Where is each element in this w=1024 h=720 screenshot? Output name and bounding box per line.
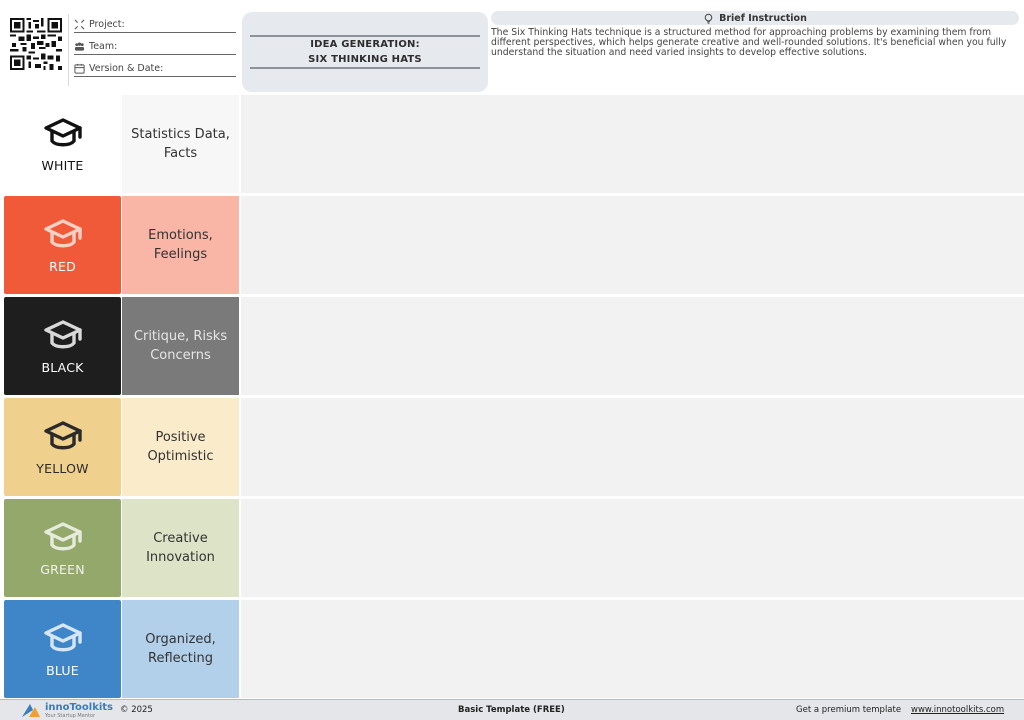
notes-area-yellow[interactable] [241,398,1024,496]
version-date-field[interactable]: Version & Date: [74,60,236,77]
project-icon [74,19,85,30]
notes-area-red[interactable] [241,196,1024,294]
notes-area-blue[interactable] [241,600,1024,698]
team-label: Team: [89,40,118,52]
hat-name: YELLOW [36,460,89,476]
graduation-cap-icon [43,520,83,554]
brand-tagline: Your Startup Mentor [45,712,96,719]
team-field[interactable]: Team: [74,38,236,55]
version-date-label: Version & Date: [89,62,164,74]
hat-description-red: Emotions, Feelings [122,196,239,294]
project-field[interactable]: Project: [74,16,236,33]
header-divider [68,14,69,86]
title-rule-top [250,35,480,37]
hat-name: BLUE [46,662,79,678]
calendar-icon [74,63,85,74]
instruction-heading: Brief Instruction [491,11,1019,25]
hat-row-green: GREEN Creative Innovation [0,498,1024,598]
title-rule-bottom [250,67,480,69]
brand-name: innoToolkits [45,701,114,713]
hat-cell-green: GREEN [4,499,121,597]
hat-name: GREEN [40,561,85,577]
instruction-heading-text: Brief Instruction [719,12,807,24]
brand-logo-icon [22,704,40,717]
hat-cell-red: RED [4,196,121,294]
graduation-cap-icon [43,116,83,150]
template-type-label: Basic Template (FREE) [458,705,565,715]
footer: innoToolkits Your Startup Mentor © 2025 … [0,699,1024,720]
hat-description-black: Critique, Risks Concerns [122,297,239,395]
hat-description-white: Statistics Data, Facts [122,95,239,193]
notes-area-white[interactable] [241,95,1024,193]
project-label: Project: [89,18,125,30]
hat-cell-white: WHITE [4,95,121,193]
lightbulb-icon [703,13,714,24]
hat-row-red: RED Emotions, Feelings [0,195,1024,295]
hat-cell-yellow: YELLOW [4,398,121,496]
hat-cell-blue: BLUE [4,600,121,698]
hat-row-white: WHITE Statistics Data, Facts [0,94,1024,194]
instruction-text: The Six Thinking Hats technique is a str… [491,27,1007,58]
qr-code-icon [10,18,62,70]
copyright: © 2025 [120,705,153,715]
brand-logo[interactable]: innoToolkits Your Startup Mentor [20,702,113,719]
notes-area-black[interactable] [241,297,1024,395]
hat-description-yellow: Positive Optimistic [122,398,239,496]
hat-row-black: BLACK Critique, Risks Concerns [0,296,1024,396]
hat-name: BLACK [41,359,84,375]
hat-description-blue: Organized, Reflecting [122,600,239,698]
website-link[interactable]: www.innotoolkits.com [911,705,1004,715]
graduation-cap-icon [43,419,83,453]
team-icon [74,41,85,52]
template-title-line1: IDEA GENERATION: [310,39,420,50]
template-title-box: IDEA GENERATION: SIX THINKING HATS [242,12,488,92]
hat-row-blue: BLUE Organized, Reflecting [0,599,1024,699]
hat-cell-black: BLACK [4,297,121,395]
template-title-line2: SIX THINKING HATS [308,54,422,65]
header: Project: Team: Version & Date: IDEA GENE… [0,0,1024,94]
premium-text: Get a premium template [796,705,902,715]
graduation-cap-icon [43,318,83,352]
hat-row-yellow: YELLOW Positive Optimistic [0,397,1024,497]
graduation-cap-icon [43,217,83,251]
hat-name: RED [49,258,76,274]
hat-description-green: Creative Innovation [122,499,239,597]
notes-area-green[interactable] [241,499,1024,597]
hat-name: WHITE [41,157,84,173]
graduation-cap-icon [43,621,83,655]
hats-table: WHITE Statistics Data, Facts RED Emotions, … [0,94,1024,698]
